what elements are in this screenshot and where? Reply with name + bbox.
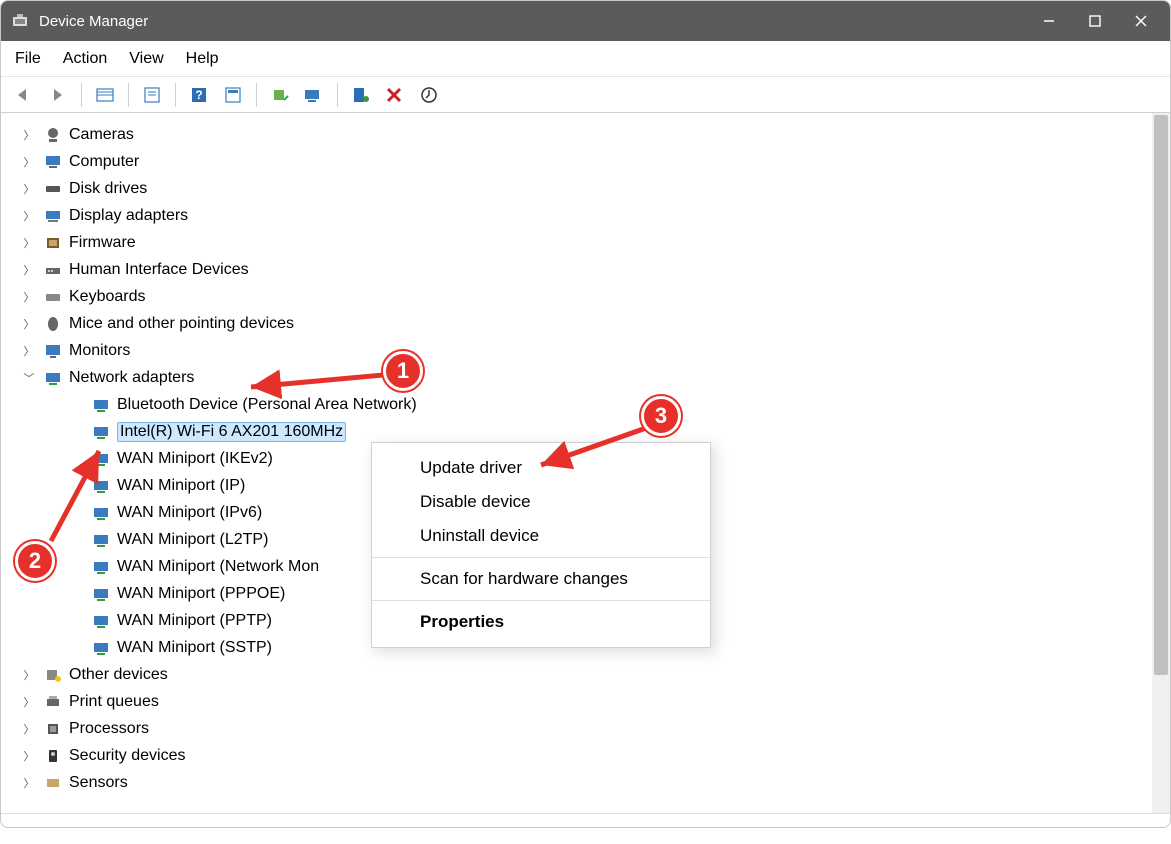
statusbar [1,813,1170,827]
tree-item-cameras[interactable]: 〉Cameras [1,121,1152,148]
ctx-scan-hardware[interactable]: Scan for hardware changes [372,562,710,596]
maximize-button[interactable] [1072,1,1118,41]
chevron-right-icon[interactable]: 〉 [21,181,37,197]
vertical-scrollbar[interactable] [1152,113,1170,813]
mouse-icon [43,315,63,333]
network-adapter-icon [91,558,111,576]
device-manager-window: Device Manager File Action View Help ? 〉… [0,0,1171,828]
forward-button[interactable] [43,81,73,109]
ctx-separator [372,600,710,601]
arrow-1 [241,369,391,399]
tree-item-sensors[interactable]: 〉Sensors [1,769,1152,796]
scan-changes-button[interactable] [414,81,444,109]
tree-item-hid[interactable]: 〉Human Interface Devices [1,256,1152,283]
security-icon [43,747,63,765]
close-button[interactable] [1118,1,1164,41]
update-driver-button[interactable] [265,81,295,109]
chevron-right-icon[interactable]: 〉 [21,127,37,143]
show-hidden-button[interactable] [90,81,120,109]
callout-1: 1 [383,351,423,391]
chevron-right-icon[interactable]: 〉 [21,775,37,791]
other-devices-icon [43,666,63,684]
toolbar-separator [256,83,257,107]
monitor-icon [43,342,63,360]
callout-3: 3 [641,396,681,436]
svg-text:?: ? [195,88,202,102]
network-adapter-icon [91,639,111,657]
chevron-right-icon[interactable]: 〉 [21,235,37,251]
tree-item-bluetooth-device[interactable]: Bluetooth Device (Personal Area Network) [1,391,1152,418]
network-adapter-icon [91,585,111,603]
tree-item-keyboards[interactable]: 〉Keyboards [1,283,1152,310]
sensor-icon [43,774,63,792]
toolbar-separator [128,83,129,107]
enable-device-button[interactable] [346,81,376,109]
chevron-down-icon[interactable]: 〉 [21,370,37,386]
app-icon [11,12,29,30]
network-adapter-icon [43,369,63,387]
display-adapter-icon [43,207,63,225]
toolbar-separator [81,83,82,107]
tree-item-mice[interactable]: 〉Mice and other pointing devices [1,310,1152,337]
network-adapter-icon [91,396,111,414]
arrow-2 [45,441,115,551]
hid-icon [43,261,63,279]
toolbar-separator [175,83,176,107]
network-adapter-icon [91,423,111,441]
network-adapter-icon [91,612,111,630]
ctx-separator [372,557,710,558]
tree-item-disk-drives[interactable]: 〉Disk drives [1,175,1152,202]
scrollbar-thumb[interactable] [1154,115,1168,675]
printer-icon [43,693,63,711]
properties-sheet-button[interactable] [218,81,248,109]
computer-icon [43,153,63,171]
chevron-right-icon[interactable]: 〉 [21,289,37,305]
chevron-right-icon[interactable]: 〉 [21,721,37,737]
tree-item-monitors[interactable]: 〉Monitors [1,337,1152,364]
ctx-properties[interactable]: Properties [372,605,710,639]
toolbar: ? [1,77,1170,113]
chevron-right-icon[interactable]: 〉 [21,694,37,710]
chevron-right-icon[interactable]: 〉 [21,208,37,224]
tree-item-security-devices[interactable]: 〉Security devices [1,742,1152,769]
tree-item-print-queues[interactable]: 〉Print queues [1,688,1152,715]
arrow-3 [531,421,661,481]
menu-view[interactable]: View [129,50,163,68]
ctx-disable-device[interactable]: Disable device [372,485,710,519]
help-button[interactable]: ? [184,81,214,109]
chevron-right-icon[interactable]: 〉 [21,343,37,359]
menu-file[interactable]: File [15,50,41,68]
tree-item-display-adapters[interactable]: 〉Display adapters [1,202,1152,229]
titlebar: Device Manager [1,1,1170,41]
firmware-icon [43,234,63,252]
chevron-right-icon[interactable]: 〉 [21,667,37,683]
toolbar-separator [337,83,338,107]
disk-icon [43,180,63,198]
ctx-uninstall-device[interactable]: Uninstall device [372,519,710,553]
keyboard-icon [43,288,63,306]
minimize-button[interactable] [1026,1,1072,41]
camera-icon [43,126,63,144]
chevron-right-icon[interactable]: 〉 [21,316,37,332]
window-title: Device Manager [39,13,1026,30]
scan-hardware-button[interactable] [299,81,329,109]
chevron-right-icon[interactable]: 〉 [21,262,37,278]
properties-button[interactable] [137,81,167,109]
tree-item-network-adapters[interactable]: 〉Network adapters [1,364,1152,391]
chevron-right-icon[interactable]: 〉 [21,748,37,764]
processor-icon [43,720,63,738]
tree-item-firmware[interactable]: 〉Firmware [1,229,1152,256]
back-button[interactable] [9,81,39,109]
tree-item-processors[interactable]: 〉Processors [1,715,1152,742]
tree-item-other-devices[interactable]: 〉Other devices [1,661,1152,688]
tree-item-computer[interactable]: 〉Computer [1,148,1152,175]
menubar: File Action View Help [1,41,1170,77]
chevron-right-icon[interactable]: 〉 [21,154,37,170]
menu-action[interactable]: Action [63,50,107,68]
callout-2: 2 [15,541,55,581]
uninstall-device-button[interactable] [380,81,410,109]
menu-help[interactable]: Help [186,50,219,68]
